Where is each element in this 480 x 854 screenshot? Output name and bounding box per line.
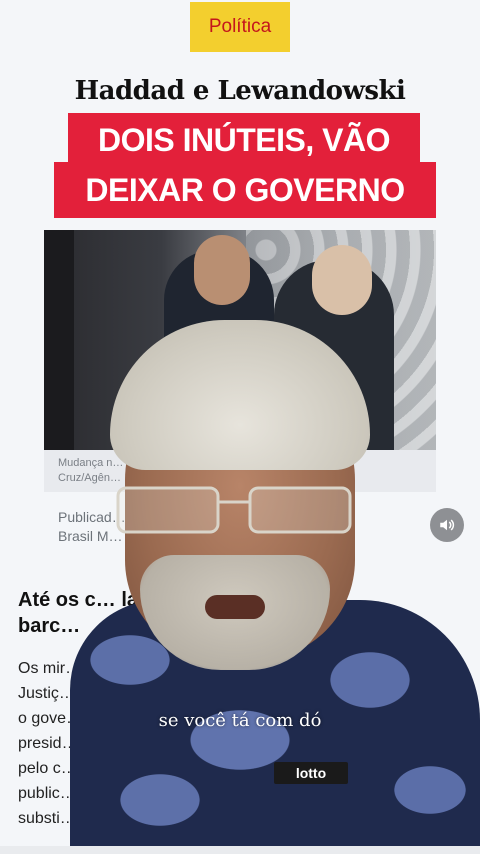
photo-head-left xyxy=(194,235,250,305)
presenter-overlay: lotto xyxy=(70,310,480,854)
bottom-bar xyxy=(0,846,480,854)
glasses-icon xyxy=(116,486,352,534)
video-subtitle: se você tá com dó xyxy=(158,710,322,731)
presenter-hair xyxy=(110,320,370,470)
category-badge[interactable]: Política xyxy=(190,2,290,52)
shirt-logo: lotto xyxy=(274,762,348,784)
banner-line-2: DEIXAR O GOVERNO xyxy=(54,162,436,218)
photo-head-right xyxy=(312,245,372,315)
presenter-mouth xyxy=(205,595,265,619)
headline: Haddad e Lewandowski xyxy=(74,76,406,106)
banner-line-1: DOIS INÚTEIS, VÃO xyxy=(68,113,420,167)
